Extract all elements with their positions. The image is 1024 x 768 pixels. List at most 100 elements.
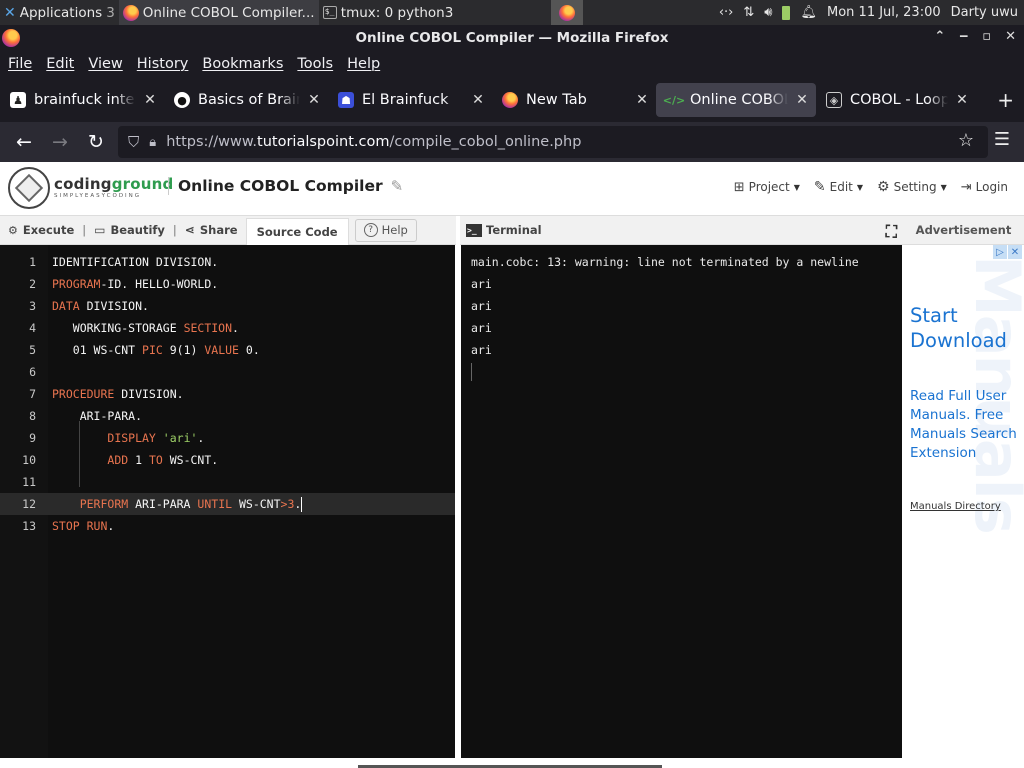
ad-info-icon[interactable]: ▷ [993, 245, 1007, 259]
code-line[interactable]: 12 PERFORM ARI-PARA UNTIL WS-CNT>3. [0, 493, 455, 515]
hamburger-menu-icon[interactable]: ☰ [994, 129, 1010, 150]
menu-tools[interactable]: Tools [297, 56, 333, 72]
code-line[interactable]: 8 ARI-PARA. [0, 405, 455, 427]
tab-basics-of-brainfuck[interactable]: ● Basics of BrainFuck ✕ [164, 83, 328, 117]
close-tab-icon[interactable]: ✕ [796, 92, 808, 108]
forward-arrow-icon[interactable]: → [42, 131, 78, 153]
menu-bookmarks[interactable]: Bookmarks [202, 56, 283, 72]
close-icon[interactable]: ✕ [1005, 29, 1016, 44]
tab-el-brainfuck[interactable]: ☗ El Brainfuck ✕ [328, 83, 492, 117]
close-tab-icon[interactable]: ✕ [956, 92, 968, 108]
share-label: Share [199, 223, 238, 237]
menu-history[interactable]: History [137, 56, 189, 72]
code-line[interactable]: 10 ADD 1 TO WS-CNT. [0, 449, 455, 471]
code-line[interactable]: 5 01 WS-CNT PIC 9(1) VALUE 0. [0, 339, 455, 361]
advertisement[interactable]: Manuals ▷ ✕ Start Download Read Full Use… [903, 245, 1024, 758]
edit-pencil-icon[interactable]: ✎ [391, 177, 404, 195]
shield-icon[interactable]: ⛉ [128, 133, 139, 151]
terminal-line: ari [471, 277, 492, 291]
code-line[interactable]: 7 PROCEDURE DIVISION. [0, 383, 455, 405]
code-line[interactable]: 2 PROGRAM-ID. HELLO-WORLD. [0, 273, 455, 295]
terminal-icon: >_ [466, 223, 482, 237]
ad-body[interactable]: Read Full User Manuals. Free Manuals Sea… [910, 387, 1022, 463]
code-text: ADD 1 TO WS-CNT. [107, 453, 219, 467]
url-bar[interactable]: ⛉ 🔒︎ https://www.tutorialspoint.com/comp… [118, 126, 988, 158]
chevron-up-icon[interactable]: ⌃ [934, 29, 945, 44]
tab-brainfuck-interpreter[interactable]: ♟ brainfuck interpreter ✕ [0, 83, 164, 117]
help-button[interactable]: ? Help [354, 218, 417, 242]
window-title: Online COBOL Compiler — Mozilla Firefox [355, 30, 669, 46]
page-title-text: Online COBOL Compiler [178, 177, 383, 195]
edit-label: Edit [829, 180, 853, 194]
code-line[interactable]: 13 STOP RUN. [0, 515, 455, 537]
tab-online-cobol-compiler[interactable]: </> Online COBOL Compiler ✕ [656, 83, 816, 117]
codingground-logo[interactable]: codingground SIMPLYEASYCODING [8, 167, 173, 209]
bookmark-star-icon[interactable]: ☆ [958, 130, 974, 151]
taskbar-workspace-thumb[interactable] [550, 0, 583, 25]
tab-new-tab[interactable]: New Tab ✕ [492, 83, 656, 117]
caret-down-icon: ▼ [793, 182, 800, 192]
firefox-icon [2, 29, 20, 47]
applications-menu[interactable]: ✕ Applications 3 [0, 0, 119, 25]
text-cursor [301, 497, 303, 512]
code-editor[interactable]: 1 IDENTIFICATION DIVISION. 2 PROGRAM-ID. HE… [0, 245, 455, 758]
code-line[interactable]: 4 WORKING-STORAGE SECTION. [0, 317, 455, 339]
execute-button[interactable]: ⚙ Execute [0, 223, 82, 237]
ad-close-icon[interactable]: ✕ [1008, 245, 1022, 259]
user-name[interactable]: Darty uwu [951, 5, 1018, 20]
maximize-icon[interactable]: ▫ [982, 29, 991, 44]
cobol-icon: ◈ [826, 92, 842, 108]
volume-icon[interactable]: 🔊︎ [764, 5, 772, 20]
ad-link[interactable]: Manuals Directory [910, 501, 1001, 512]
setting-menu[interactable]: ⚙ Setting ▼ [877, 179, 947, 195]
menu-edit[interactable]: Edit [46, 56, 74, 72]
url-text[interactable]: https://www.tutorialspoint.com/compile_c… [166, 134, 581, 150]
project-menu[interactable]: ⊞ Project ▼ [734, 180, 800, 195]
terminal-output[interactable]: main.cobc: 13: warning: line not termina… [461, 245, 902, 758]
minimize-icon[interactable]: ‒ [959, 29, 968, 44]
logo-wordmark: codingground [54, 174, 174, 193]
code-line[interactable]: 11 [0, 471, 455, 493]
code-line[interactable]: 1 IDENTIFICATION DIVISION. [0, 251, 455, 273]
clock[interactable]: Mon 11 Jul, 23:00 [827, 5, 941, 20]
taskbar-tmux-window[interactable]: $_ tmux: 0 python3 [319, 0, 519, 25]
terminal-header: >_ Terminal ⛶ [460, 216, 903, 245]
tab-cobol-loop-statements[interactable]: ◈ COBOL - Loop Statements ✕ [816, 83, 976, 117]
code-icon: </> [662, 93, 686, 107]
code-line[interactable]: 3 DATA DIVISION. [0, 295, 455, 317]
tab-title: brainfuck interpreter [34, 92, 136, 108]
code-text: STOP RUN. [52, 519, 115, 533]
taskbar-firefox-window[interactable]: Online COBOL Compiler... [118, 0, 319, 25]
line-number: 1 [29, 255, 36, 269]
ad-headline[interactable]: Start Download [910, 303, 1022, 353]
login-link[interactable]: ⇥ Login [961, 180, 1008, 195]
notification-bell-icon[interactable]: 🔔︎ [800, 5, 817, 20]
back-arrow-icon[interactable]: ← [6, 131, 42, 153]
edit-menu[interactable]: ✎ Edit ▼ [814, 179, 863, 195]
menu-view[interactable]: View [88, 56, 122, 72]
transfer-icon[interactable]: ⇅ [743, 5, 754, 20]
beautify-button[interactable]: ▭ Beautify [86, 223, 173, 237]
share-button[interactable]: ⋖ Share [177, 223, 246, 237]
fullscreen-icon[interactable]: ⛶ [886, 222, 897, 242]
source-code-tab[interactable]: Source Code [245, 217, 349, 245]
lock-icon[interactable]: 🔒︎ [149, 135, 156, 150]
close-tab-icon[interactable]: ✕ [472, 92, 484, 108]
menu-help[interactable]: Help [347, 56, 380, 72]
code-line[interactable]: 9 DISPLAY 'ari'. [0, 427, 455, 449]
robot-icon: ☗ [338, 92, 354, 108]
close-tab-icon[interactable]: ✕ [308, 92, 320, 108]
line-number: 13 [22, 519, 36, 533]
battery-icon[interactable] [782, 5, 791, 20]
person-icon: ♟ [10, 92, 26, 108]
help-label: Help [381, 223, 408, 237]
close-tab-icon[interactable]: ✕ [636, 92, 648, 108]
network-icon[interactable]: ‹·› [719, 5, 734, 20]
close-tab-icon[interactable]: ✕ [144, 92, 156, 108]
code-line[interactable]: 6 [0, 361, 455, 383]
new-tab-plus-icon[interactable]: + [997, 88, 1014, 112]
code-text: DISPLAY 'ari'. [107, 431, 205, 445]
menu-file[interactable]: File [8, 56, 32, 72]
line-number: 7 [29, 387, 36, 401]
reload-icon[interactable]: ↻ [78, 131, 114, 153]
